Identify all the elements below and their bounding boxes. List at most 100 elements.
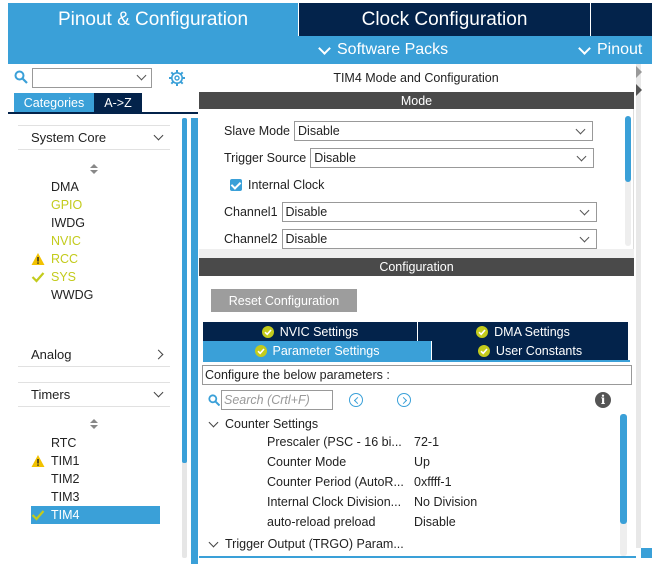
right-panel: TIM4 Mode and Configuration Mode Slave M…: [199, 64, 635, 564]
slave-mode-select[interactable]: Disable: [294, 121, 594, 141]
list-item-rcc[interactable]: RCC: [31, 250, 161, 268]
channel2-select[interactable]: Disable: [281, 229, 597, 249]
tab-pinout-configuration[interactable]: Pinout & Configuration: [8, 3, 298, 36]
collapse-arrow-icon[interactable]: [636, 84, 642, 96]
slave-mode-row: Slave Mode Disable: [224, 121, 594, 141]
tab-next[interactable]: [591, 3, 652, 36]
tab-dma-settings[interactable]: DMA Settings: [418, 322, 628, 341]
bottom-divider: [199, 556, 636, 558]
list-item-label: NVIC: [51, 234, 81, 248]
param-value[interactable]: 0xffff-1: [414, 475, 452, 489]
section-system-core[interactable]: System Core: [18, 126, 170, 150]
sort-icon[interactable]: [90, 164, 98, 176]
search-icon: [208, 394, 220, 406]
sub-menu-bar: Software Packs Pinout: [0, 36, 652, 64]
splitter[interactable]: [199, 249, 634, 258]
list-item-sys[interactable]: SYS: [31, 268, 161, 286]
tab-underline: [203, 360, 630, 362]
tab-categories[interactable]: Categories: [14, 93, 94, 112]
section-timers[interactable]: Timers: [18, 383, 170, 407]
sort-icon[interactable]: [90, 419, 98, 431]
list-item-label: TIM3: [51, 490, 80, 504]
param-value[interactable]: No Division: [414, 495, 477, 509]
list-item-nvic[interactable]: NVIC: [31, 232, 161, 250]
mode-section: Slave Mode Disable Trigger Source Disabl…: [199, 109, 634, 249]
param-row[interactable]: auto-reload preload Disable: [267, 515, 617, 533]
trigger-source-value: Disable: [314, 151, 356, 165]
list-item-tim1[interactable]: TIM1: [31, 452, 161, 470]
list-item-label: TIM1: [51, 454, 80, 468]
param-scrollbar-thumb[interactable]: [620, 414, 627, 524]
param-value[interactable]: 72-1: [414, 435, 439, 449]
parameter-search-input[interactable]: Search (Crtl+F): [221, 390, 333, 410]
param-value[interactable]: Up: [414, 455, 430, 469]
tree-group-trigger-output[interactable]: Trigger Output (TRGO) Param...: [207, 535, 404, 553]
mode-scrollbar-thumb[interactable]: [625, 116, 631, 182]
channel1-select[interactable]: Disable: [281, 202, 597, 222]
param-name: Prescaler (PSC - 16 bi...: [267, 435, 402, 449]
check-circle-icon: [254, 344, 267, 357]
list-item-rtc[interactable]: RTC: [31, 434, 161, 452]
tab-label: NVIC Settings: [279, 324, 359, 339]
software-packs-menu[interactable]: Software Packs: [318, 36, 448, 64]
list-item-tim3[interactable]: TIM3: [31, 488, 161, 506]
param-name: auto-reload preload: [267, 515, 376, 529]
tab-clock-configuration[interactable]: Clock Configuration: [299, 3, 590, 36]
list-item-tim4[interactable]: TIM4: [31, 506, 160, 524]
slave-mode-value: Disable: [298, 124, 340, 138]
section-analog[interactable]: Analog: [18, 343, 170, 367]
right-panel-divider[interactable]: [636, 64, 641, 548]
chevron-right-icon: [153, 349, 164, 360]
reset-configuration-button[interactable]: Reset Configuration: [211, 289, 357, 312]
tree-group-label: Counter Settings: [225, 417, 319, 431]
tab-nvic-settings[interactable]: NVIC Settings: [203, 322, 417, 341]
tab-label: DMA Settings: [494, 324, 570, 339]
list-item-dma[interactable]: DMA: [31, 178, 161, 196]
internal-clock-checkbox[interactable]: [230, 179, 242, 191]
list-item-wwdg[interactable]: WWDG: [31, 286, 161, 304]
pinout-menu-label: Pinout: [597, 41, 643, 58]
pinout-menu[interactable]: Pinout: [578, 36, 642, 64]
gear-icon[interactable]: [168, 69, 186, 87]
search-previous-button[interactable]: [349, 393, 363, 407]
trigger-source-select[interactable]: Disable: [310, 148, 595, 168]
param-name: Internal Clock Division...: [267, 495, 402, 509]
left-panel-divider[interactable]: [191, 118, 198, 564]
trigger-source-row: Trigger Source Disable: [224, 148, 595, 168]
chevron-down-icon: [578, 41, 591, 55]
list-item-iwdg[interactable]: IWDG: [31, 214, 161, 232]
category-search-combobox[interactable]: [32, 68, 152, 88]
list-item-gpio[interactable]: GPIO: [31, 196, 161, 214]
param-row[interactable]: Internal Clock Division... No Division: [267, 495, 617, 513]
search-next-button[interactable]: [397, 393, 411, 407]
chevron-down-icon: [576, 151, 587, 162]
left-scrollbar-thumb[interactable]: [182, 118, 187, 463]
tab-label: User Constants: [495, 343, 583, 358]
tab-a-to-z[interactable]: A->Z: [94, 93, 142, 112]
param-value[interactable]: Disable: [414, 515, 456, 529]
software-packs-label: Software Packs: [337, 41, 449, 58]
tree-group-counter-settings[interactable]: Counter Settings: [207, 415, 318, 433]
chevron-down-icon: [318, 41, 331, 55]
tree-group-label: Trigger Output (TRGO) Param...: [225, 537, 404, 551]
configure-hint: Configure the below parameters :: [202, 365, 632, 385]
trigger-source-label: Trigger Source: [224, 151, 307, 165]
tab-user-constants[interactable]: User Constants: [432, 341, 628, 360]
list-item-tim2[interactable]: TIM2: [31, 470, 161, 488]
expand-arrow-icon[interactable]: [636, 66, 642, 78]
channel2-label: Channel2: [224, 232, 278, 246]
left-panel: Categories A->Z System Core DMA GPIO IWD…: [8, 64, 198, 564]
list-item-label: RCC: [51, 252, 79, 266]
param-row[interactable]: Prescaler (PSC - 16 bi... 72-1: [267, 435, 617, 453]
param-name: Counter Period (AutoR...: [267, 475, 404, 489]
param-row[interactable]: Counter Period (AutoR... 0xffff-1: [267, 475, 617, 493]
subbar-margin: [0, 36, 8, 64]
category-tab-underline: [8, 112, 198, 114]
info-icon[interactable]: i: [595, 392, 611, 408]
param-row[interactable]: Counter Mode Up: [267, 455, 617, 473]
corner-marker: [641, 548, 652, 558]
chevron-down-icon: [153, 130, 164, 141]
chevron-down-icon: [579, 205, 589, 216]
tab-parameter-settings[interactable]: Parameter Settings: [203, 341, 431, 360]
internal-clock-row[interactable]: Internal Clock: [230, 175, 324, 195]
